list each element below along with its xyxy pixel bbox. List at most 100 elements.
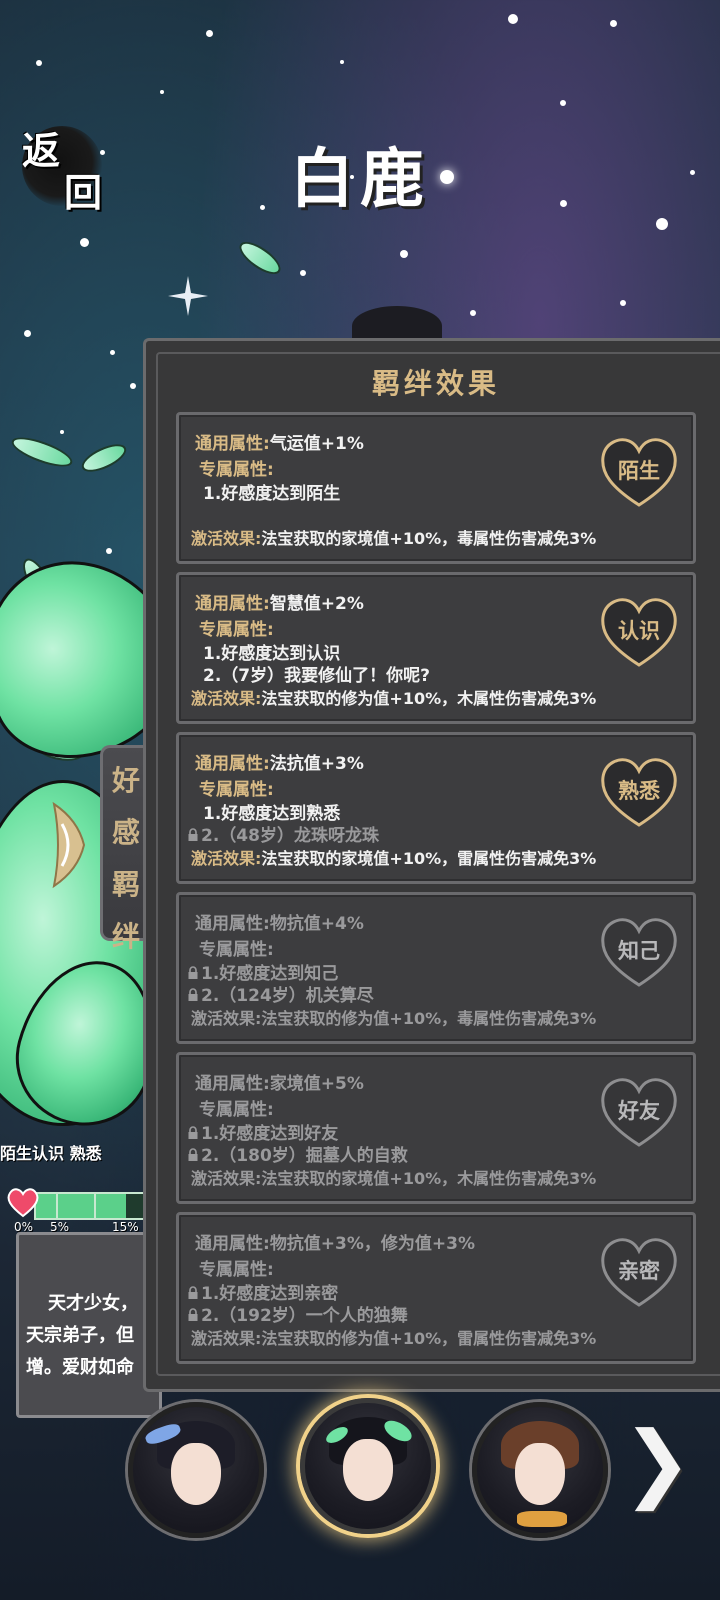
activate-effect-line: 激活效果:法宝获取的修为值+10%，毒属性伤害减免3% xyxy=(191,1005,596,1029)
affinity-stage-labels: 陌生认识 熟悉 xyxy=(0,1144,102,1163)
general-attr-label: 通用属性: xyxy=(195,914,270,934)
bond-level-label: 知己 xyxy=(618,939,660,963)
activate-effect-line: 激活效果:法宝获取的家境值+10%，木属性伤害减免3% xyxy=(191,1165,596,1189)
requirement-text: 2.（180岁）掘墓人的自救 xyxy=(201,1146,408,1166)
portrait-character-1[interactable] xyxy=(128,1402,264,1538)
requirement-text: 2.（192岁）一个人的独舞 xyxy=(201,1306,408,1326)
affinity-progress-bar xyxy=(34,1192,150,1220)
requirement-text: 2.（124岁）机关算尽 xyxy=(201,986,374,1006)
lock-icon xyxy=(188,966,198,979)
activate-effect-label: 激活效果: xyxy=(191,689,262,708)
activate-effect-value: 法宝获取的修为值+10%，雷属性伤害减免3% xyxy=(261,1329,597,1348)
bond-level-badge: 知己 xyxy=(597,913,681,989)
portrait-character-2-selected[interactable] xyxy=(300,1398,436,1534)
exclusive-attr-label: 专属属性: xyxy=(199,940,274,960)
bond-level-label: 好友 xyxy=(618,1099,660,1123)
general-attr-label: 通用属性: xyxy=(195,754,270,774)
bond-card: 通用属性:气运值+1% 专属属性: 1.好感度达到陌生激活效果:法宝获取的家境值+1… xyxy=(176,412,696,564)
exclusive-attr-label: 专属属性: xyxy=(199,780,274,800)
bond-level-badge: 陌生 xyxy=(597,433,681,509)
bond-card: 通用属性:物抗值+4% 专属属性: 1.好感度达到知己 2.（124岁）机关算尽 激活效… xyxy=(176,892,696,1044)
requirement-line: 2.（180岁）掘墓人的自救 xyxy=(187,1141,408,1166)
bond-level-badge: 熟悉 xyxy=(597,753,681,829)
activate-effect-value: 法宝获取的修为值+10%，毒属性伤害减免3% xyxy=(261,1009,597,1028)
general-attr-value: 智慧值+2% xyxy=(269,594,364,614)
general-attr-label: 通用属性: xyxy=(195,1074,270,1094)
bond-card: 通用属性:物抗值+3%，修为值+3% 专属属性: 1.好感度达到亲密 2.（192岁）… xyxy=(176,1212,696,1364)
lock-icon xyxy=(188,1286,198,1299)
requirement-line: 2.（124岁）机关算尽 xyxy=(187,981,374,1006)
bond-level-badge: 认识 xyxy=(597,593,681,669)
activate-effect-line: 激活效果:法宝获取的修为值+10%，雷属性伤害减免3% xyxy=(191,1325,596,1349)
requirement-text: 1.好感度达到陌生 xyxy=(203,484,341,504)
bond-card: 通用属性:智慧值+2% 专属属性: 1.好感度达到认识 2.（7岁）我要修仙了！你呢?… xyxy=(176,572,696,724)
heart-icon xyxy=(7,1188,39,1218)
lock-icon xyxy=(188,828,198,841)
description-line: 增。爱财如命 xyxy=(26,1357,134,1378)
portrait-character-3[interactable] xyxy=(472,1402,608,1538)
general-attr-line: 通用属性:物抗值+4% xyxy=(195,909,364,934)
exclusive-attr-label: 专属属性: xyxy=(199,460,274,480)
general-attr-value: 法抗值+3% xyxy=(269,754,364,774)
requirement-line: 2.（48岁）龙珠呀龙珠 xyxy=(187,821,379,846)
general-attr-value: 物抗值+4% xyxy=(269,914,364,934)
activate-effect-value: 法宝获取的家境值+10%，木属性伤害减免3% xyxy=(261,1169,597,1188)
exclusive-attr-line: 专属属性: xyxy=(199,615,274,640)
character-name: 白鹿 xyxy=(290,143,430,217)
requirement-line: 2.（192岁）一个人的独舞 xyxy=(187,1301,408,1326)
activate-effect-value: 法宝获取的修为值+10%，木属性伤害减免3% xyxy=(261,689,597,708)
activate-effect-label: 激活效果: xyxy=(191,849,262,868)
bond-level-label: 陌生 xyxy=(618,459,660,483)
general-attr-line: 通用属性:物抗值+3%，修为值+3% xyxy=(195,1229,475,1254)
description-text: 天才少女， 天宗弟子，但 增。爱财如命 xyxy=(26,1288,146,1384)
activate-effect-value: 法宝获取的家境值+10%，毒属性伤害减免3% xyxy=(261,529,597,548)
bond-level-badge: 好友 xyxy=(597,1073,681,1149)
collapse-arrow-icon[interactable] xyxy=(48,800,90,890)
general-attr-line: 通用属性:气运值+1% xyxy=(195,429,364,454)
activate-effect-line: 激活效果:法宝获取的家境值+10%，毒属性伤害减免3% xyxy=(191,525,596,549)
next-character-button[interactable]: ❯ xyxy=(622,1420,692,1504)
description-line: 天才少女， xyxy=(48,1293,138,1314)
bond-level-label: 亲密 xyxy=(618,1259,660,1283)
general-attr-value: 物抗值+3%，修为值+3% xyxy=(269,1234,476,1254)
activate-effect-value: 法宝获取的家境值+10%，雷属性伤害减免3% xyxy=(261,849,597,868)
exclusive-attr-line: 专属属性: xyxy=(199,1095,274,1120)
general-attr-value: 气运值+1% xyxy=(269,434,364,454)
activate-effect-label: 激活效果: xyxy=(191,529,262,548)
sparkle-icon xyxy=(168,276,208,316)
activate-effect-label: 激活效果: xyxy=(191,1009,262,1028)
general-attr-line: 通用属性:家境值+5% xyxy=(195,1069,364,1094)
general-attr-label: 通用属性: xyxy=(195,594,270,614)
bond-level-label: 熟悉 xyxy=(618,779,660,803)
requirement-line: 1.好感度达到陌生 xyxy=(203,479,340,504)
bond-level-badge: 亲密 xyxy=(597,1233,681,1309)
exclusive-attr-line: 专属属性: xyxy=(199,935,274,960)
general-attr-line: 通用属性:智慧值+2% xyxy=(195,589,364,614)
general-attr-value: 家境值+5% xyxy=(269,1074,364,1094)
exclusive-attr-label: 专属属性: xyxy=(199,1260,274,1280)
lock-icon xyxy=(188,1308,198,1321)
lock-icon xyxy=(188,1148,198,1161)
exclusive-attr-line: 专属属性: xyxy=(199,455,274,480)
bond-panel-title: 羁绊效果 xyxy=(371,367,500,400)
requirement-text: 2.（48岁）龙珠呀龙珠 xyxy=(201,826,379,846)
description-line: 天宗弟子，但 xyxy=(26,1325,134,1346)
requirement-line: 2.（7岁）我要修仙了！你呢? xyxy=(203,661,430,686)
general-attr-label: 通用属性: xyxy=(195,1234,270,1254)
activate-effect-line: 激活效果:法宝获取的家境值+10%，雷属性伤害减免3% xyxy=(191,845,596,869)
activate-effect-line: 激活效果:法宝获取的修为值+10%，木属性伤害减免3% xyxy=(191,685,596,709)
affinity-progress-fill xyxy=(36,1194,126,1218)
bond-card: 通用属性:法抗值+3% 专属属性: 1.好感度达到熟悉 2.（48岁）龙珠呀龙珠 激活效… xyxy=(176,732,696,884)
exclusive-attr-label: 专属属性: xyxy=(199,620,274,640)
requirement-text: 2.（7岁）我要修仙了！你呢? xyxy=(203,666,430,686)
activate-effect-label: 激活效果: xyxy=(191,1329,262,1348)
lock-icon xyxy=(188,988,198,1001)
exclusive-attr-label: 专属属性: xyxy=(199,1100,274,1120)
general-attr-line: 通用属性:法抗值+3% xyxy=(195,749,364,774)
bond-card: 通用属性:家境值+5% 专属属性: 1.好感度达到好友 2.（180岁）掘墓人的自救激… xyxy=(176,1052,696,1204)
lock-icon xyxy=(188,1126,198,1139)
exclusive-attr-line: 专属属性: xyxy=(199,1255,274,1280)
exclusive-attr-line: 专属属性: xyxy=(199,775,274,800)
bond-level-label: 认识 xyxy=(618,619,660,643)
tab-affinity-bonds[interactable]: 好 感 羁 绊 xyxy=(100,745,149,953)
